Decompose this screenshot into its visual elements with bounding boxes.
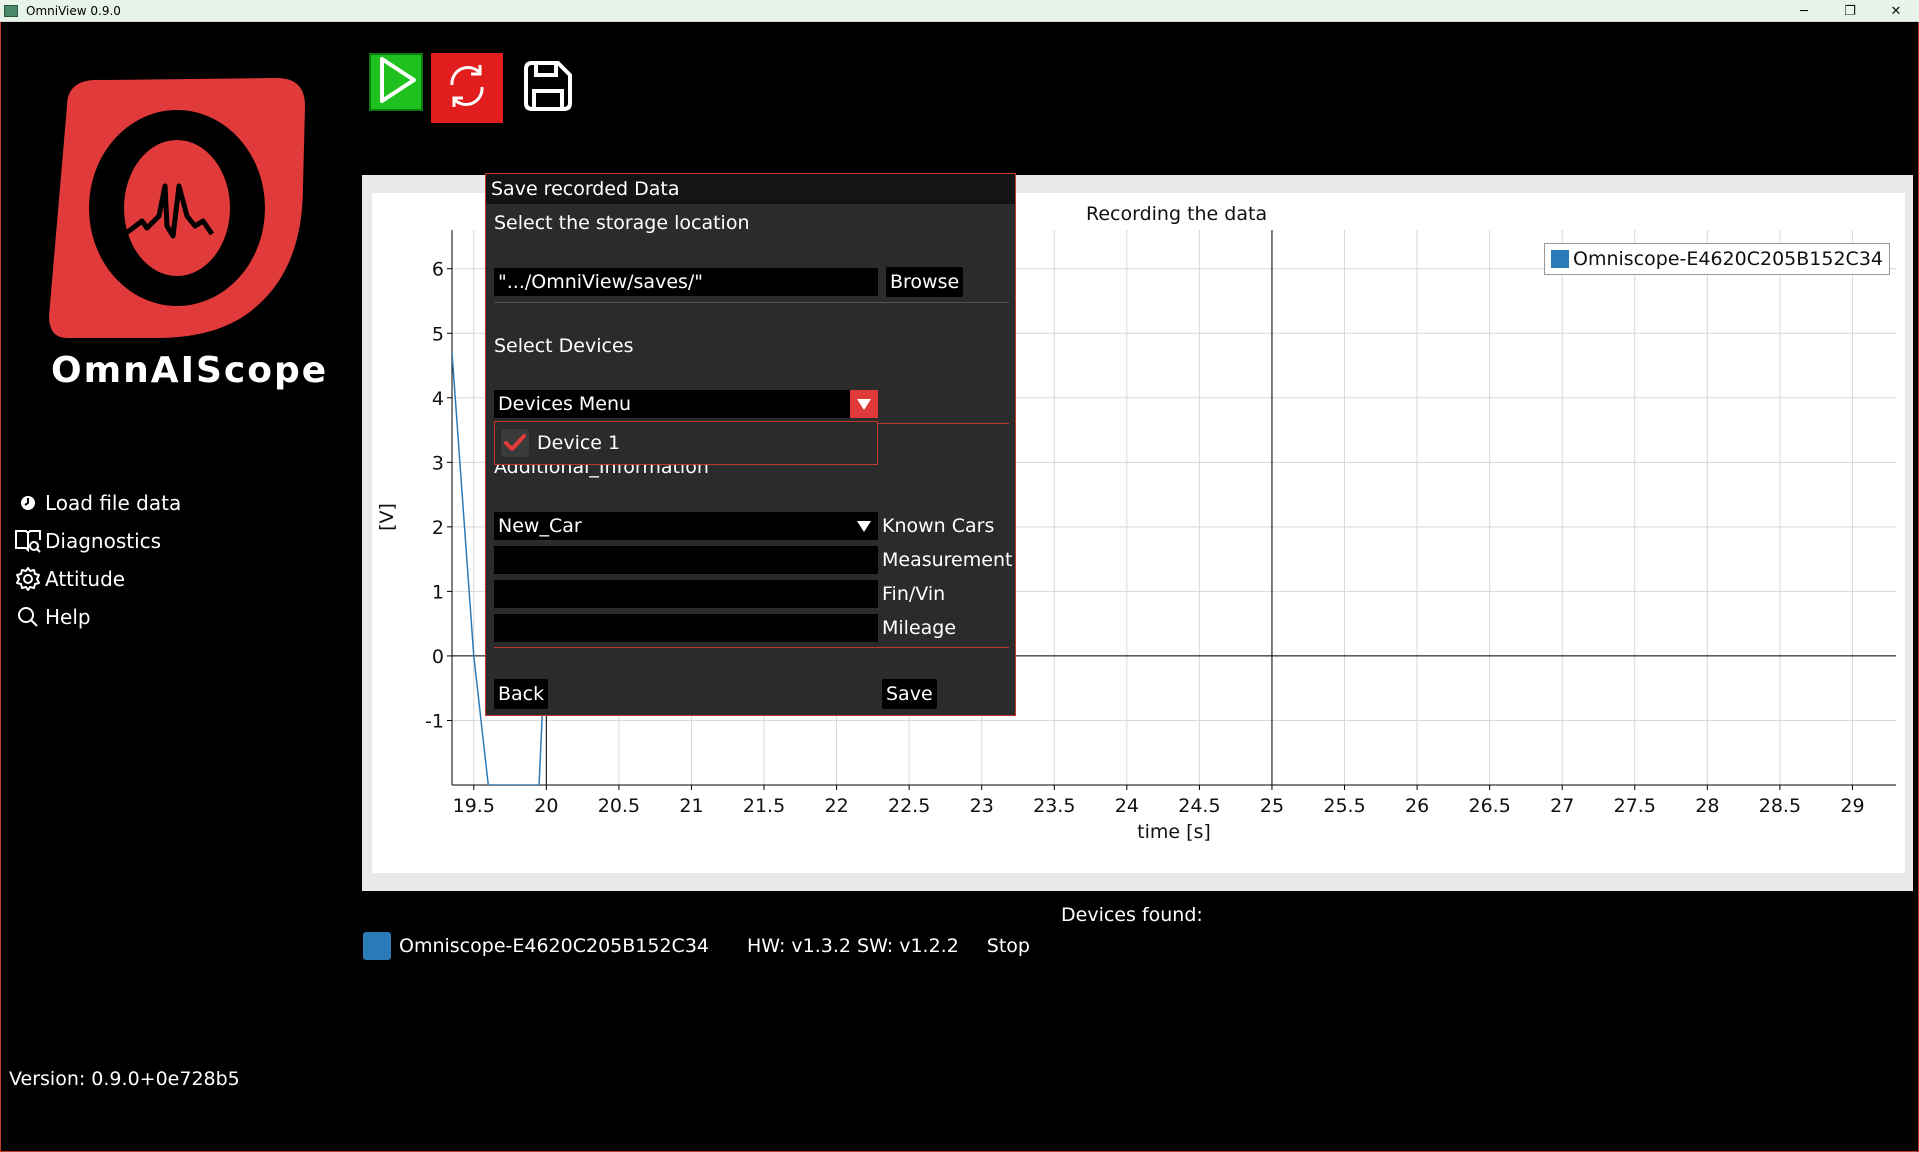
y-tick-label: 6 — [432, 259, 444, 281]
y-tick-label: 0 — [432, 646, 444, 668]
x-tick-label: 25.5 — [1323, 795, 1365, 817]
mileage-input[interactable] — [494, 614, 878, 642]
y-tick-label: 1 — [432, 581, 444, 603]
legend-swatch — [1551, 250, 1569, 268]
x-tick-label: 26 — [1405, 795, 1429, 817]
y-axis-label: [V] — [376, 503, 398, 531]
mileage-label: Mileage — [882, 617, 957, 639]
legend-label: Omniscope-E4620C205B152C34 — [1573, 248, 1883, 270]
x-tick-label: 24.5 — [1178, 795, 1220, 817]
x-tick-label: 25 — [1260, 795, 1284, 817]
x-tick-label: 27.5 — [1614, 795, 1656, 817]
browse-button[interactable]: Browse — [886, 267, 964, 297]
save-dialog: Save recorded Data Select the storage lo… — [485, 173, 1016, 716]
x-axis-label: time [s] — [1137, 821, 1211, 843]
x-tick-label: 19.5 — [453, 795, 495, 817]
measurement-input[interactable] — [494, 546, 878, 574]
devices-menu-dropdown[interactable]: Devices Menu — [494, 390, 878, 418]
x-tick-label: 28 — [1695, 795, 1719, 817]
measurement-label: Measurement — [882, 549, 1013, 571]
x-tick-label: 21.5 — [743, 795, 785, 817]
chevron-down-icon[interactable] — [850, 390, 878, 418]
device-name: Omniscope-E4620C205B152C34 — [399, 935, 709, 957]
window-titlebar: OmniView 0.9.0 ─ ❐ ✕ — [0, 0, 1919, 22]
separator — [494, 647, 1009, 648]
x-tick-label: 21 — [679, 795, 703, 817]
x-tick-label: 26.5 — [1468, 795, 1510, 817]
separator — [494, 302, 1009, 303]
x-tick-label: 24 — [1115, 795, 1139, 817]
y-tick-label: 3 — [432, 452, 444, 474]
devices-found-title: Devices found: — [1061, 904, 1203, 926]
x-tick-label: 22 — [824, 795, 848, 817]
device-row: Omniscope-E4620C205B152C34 HW: v1.3.2 SW… — [363, 932, 1030, 960]
back-button[interactable]: Back — [494, 679, 549, 709]
x-tick-label: 23 — [970, 795, 994, 817]
check-icon[interactable] — [501, 429, 529, 457]
y-tick-label: 4 — [432, 388, 444, 410]
app-icon — [4, 4, 18, 17]
y-tick-label: -1 — [425, 710, 444, 732]
device-color-swatch — [363, 932, 391, 960]
device-option[interactable]: Device 1 — [537, 432, 620, 454]
x-tick-label: 27 — [1550, 795, 1574, 817]
minimize-button[interactable]: ─ — [1781, 0, 1827, 22]
x-tick-label: 23.5 — [1033, 795, 1075, 817]
chevron-down-icon[interactable] — [850, 512, 878, 540]
dialog-title: Save recorded Data — [486, 174, 1015, 204]
chart-legend: Omniscope-E4620C205B152C34 — [1544, 243, 1890, 275]
main-window: OmnAIScope Load file data Diagnostics At… — [0, 22, 1919, 1152]
car-select-dropdown[interactable]: New_Car — [494, 512, 878, 540]
save-button[interactable]: Save — [882, 679, 937, 709]
fin-vin-label: Fin/Vin — [882, 583, 946, 605]
y-tick-label: 5 — [432, 323, 444, 345]
x-tick-label: 20.5 — [598, 795, 640, 817]
stop-device-button[interactable]: Stop — [987, 935, 1030, 957]
close-button[interactable]: ✕ — [1873, 0, 1919, 22]
restore-button[interactable]: ❐ — [1827, 0, 1873, 22]
y-tick-label: 2 — [432, 517, 444, 539]
devices-menu-popup: Device 1 — [494, 421, 878, 465]
known-cars-label: Known Cars — [882, 515, 995, 537]
x-tick-label: 29 — [1840, 795, 1864, 817]
storage-location-label: Select the storage location — [494, 212, 750, 234]
x-tick-label: 20 — [534, 795, 558, 817]
window-title: OmniView 0.9.0 — [26, 3, 121, 18]
chart-title: Recording the data — [1086, 203, 1268, 225]
fin-vin-input[interactable] — [494, 580, 878, 608]
storage-path-field[interactable]: ".../OmniView/saves/" — [494, 268, 878, 296]
x-tick-label: 28.5 — [1759, 795, 1801, 817]
device-version: HW: v1.3.2 SW: v1.2.2 — [747, 935, 959, 957]
x-tick-label: 22.5 — [888, 795, 930, 817]
select-devices-label: Select Devices — [494, 335, 634, 357]
